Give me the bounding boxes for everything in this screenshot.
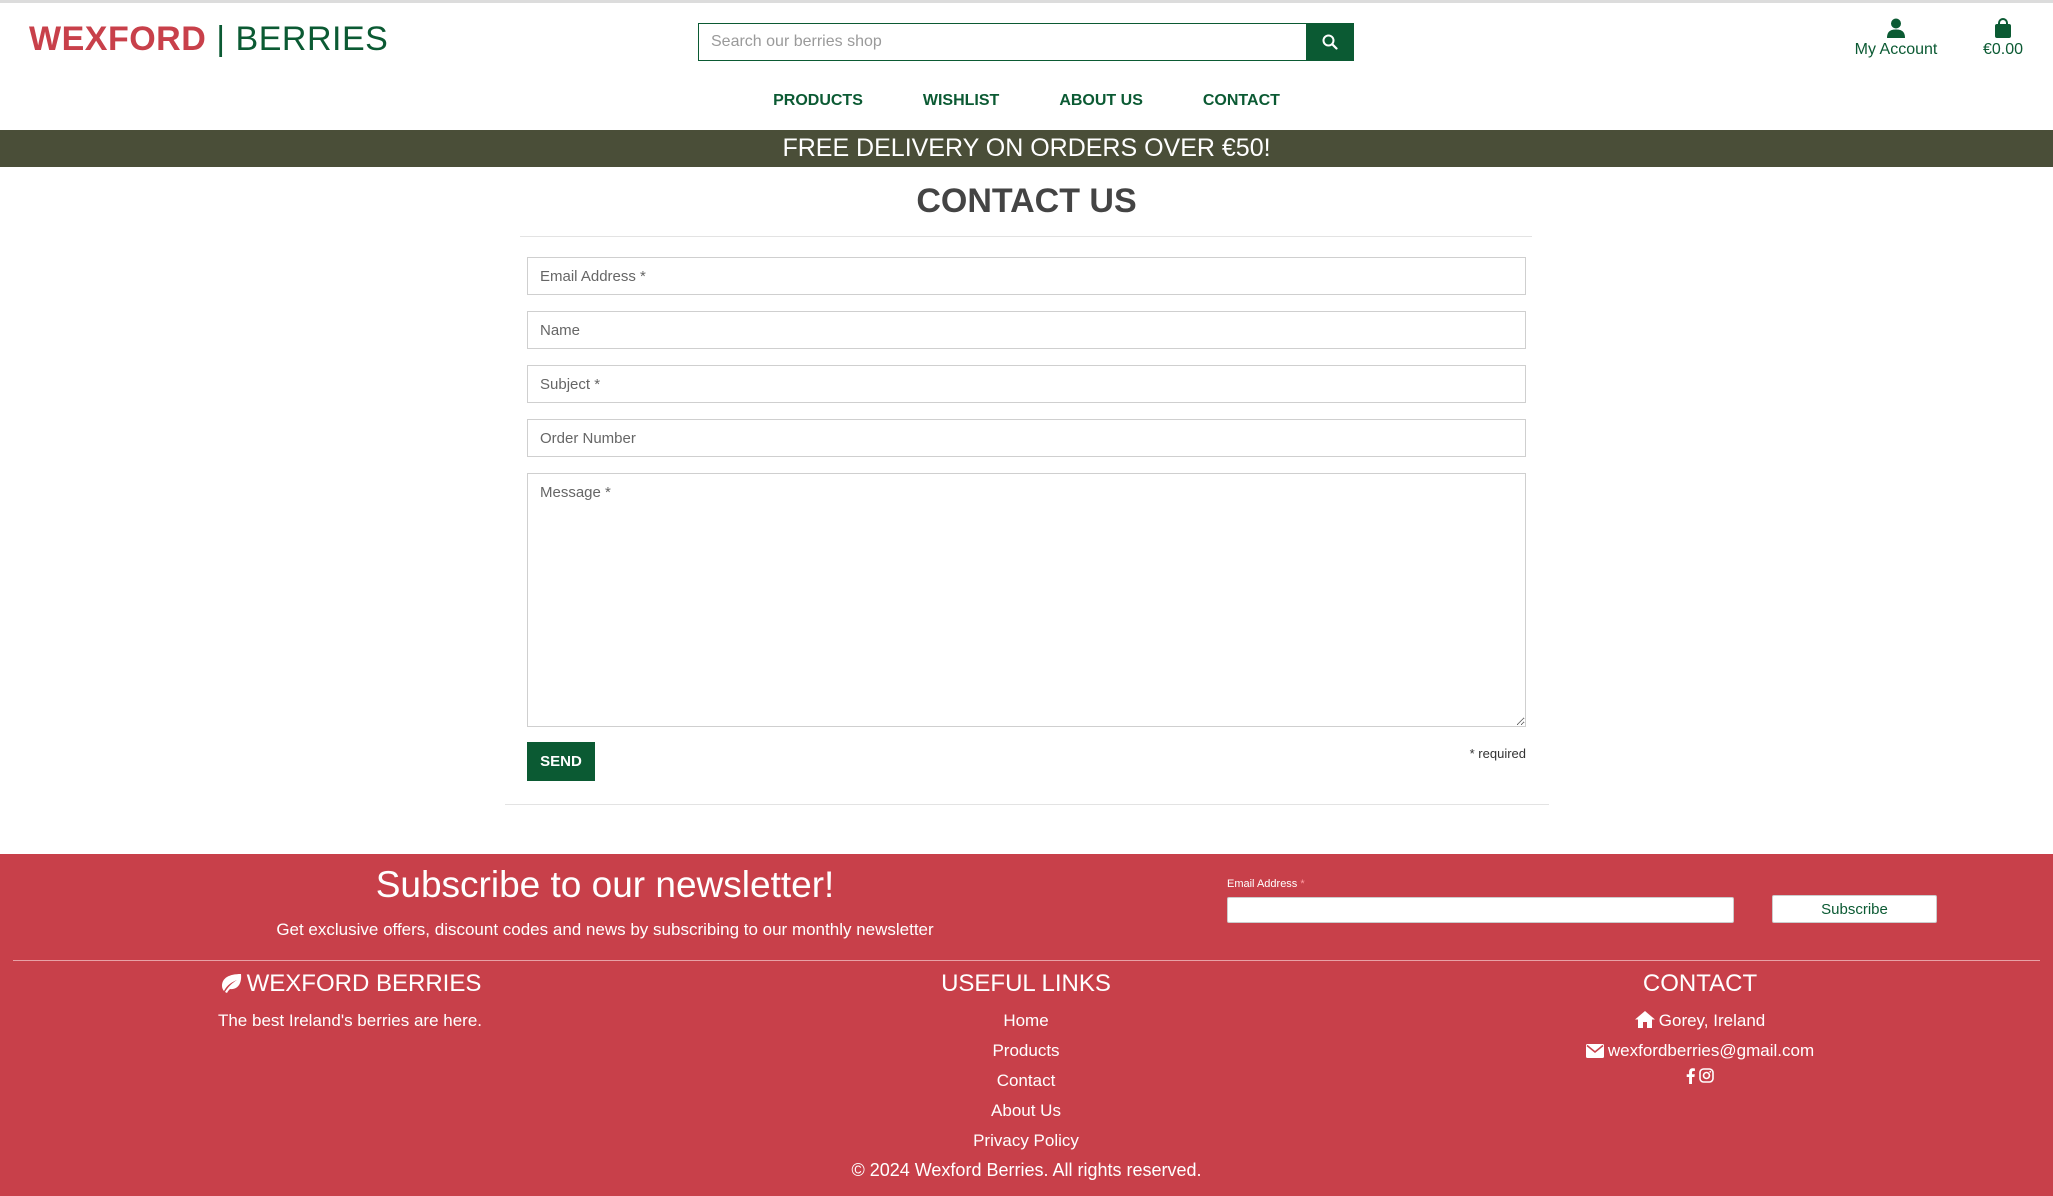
footer-address-text: Gorey, Ireland [1658, 1011, 1766, 1030]
footer-link-products[interactable]: Products [826, 1036, 1226, 1066]
logo-separator: | [216, 20, 226, 58]
my-account-label: My Account [1854, 41, 1938, 58]
search-bar [698, 23, 1354, 61]
search-input[interactable] [698, 23, 1306, 61]
footer-link-about-us[interactable]: About Us [826, 1096, 1226, 1126]
footer-email[interactable]: wexfordberries@gmail.com [1500, 1036, 1900, 1066]
email-field[interactable] [527, 257, 1526, 295]
nav-wishlist[interactable]: WISHLIST [923, 92, 999, 110]
newsletter-email-label: Email Address * [1227, 878, 1305, 890]
user-icon [1887, 18, 1905, 38]
send-button[interactable]: SEND [527, 742, 595, 781]
footer-address: Gorey, Ireland [1500, 1006, 1900, 1036]
footer-link-privacy-policy[interactable]: Privacy Policy [826, 1126, 1226, 1156]
site-footer: Subscribe to our newsletter! Get exclusi… [0, 854, 2053, 1196]
required-marker: * [1300, 878, 1305, 890]
newsletter-title: Subscribe to our newsletter! [375, 864, 835, 905]
nav-contact[interactable]: CONTACT [1203, 92, 1280, 110]
title-divider [520, 236, 1532, 237]
newsletter-email-label-text: Email Address [1227, 878, 1298, 890]
subscribe-button[interactable]: Subscribe [1772, 895, 1937, 923]
order-number-field[interactable] [527, 419, 1526, 457]
footer-contact: CONTACT Gorey, Ireland wexfordberries@gm… [1500, 970, 1900, 1089]
search-icon [1322, 34, 1338, 50]
logo-berries: BERRIES [235, 20, 389, 58]
footer-links: USEFUL LINKS Home Products Contact About… [826, 970, 1226, 1156]
footer-brand: WEXFORD BERRIES The best Ireland's berri… [150, 970, 550, 1036]
page-title: CONTACT US [916, 182, 1137, 220]
logo-wexford: WEXFORD [29, 20, 207, 58]
footer-divider [13, 960, 2040, 961]
newsletter-subtitle: Get exclusive offers, discount codes and… [276, 920, 934, 939]
main-nav: PRODUCTS WISHLIST ABOUT US CONTACT [0, 92, 2053, 110]
footer-brand-name: WEXFORD BERRIES [246, 970, 482, 997]
home-icon [1634, 1011, 1655, 1028]
required-note: * required [1469, 746, 1526, 761]
instagram-link[interactable] [1699, 1068, 1714, 1089]
footer-links-title: USEFUL LINKS [941, 970, 1111, 997]
footer-link-home[interactable]: Home [826, 1006, 1226, 1036]
envelope-icon [1585, 1044, 1604, 1058]
newsletter-email-input[interactable] [1227, 897, 1734, 923]
search-button[interactable] [1306, 23, 1354, 61]
shopping-bag-link[interactable]: €0.00 [1970, 18, 2036, 59]
my-account-link[interactable]: My Account [1840, 18, 1952, 59]
form-divider [505, 804, 1549, 805]
footer-contact-title: CONTACT [1642, 970, 1758, 997]
nav-about-us[interactable]: ABOUT US [1059, 92, 1143, 110]
social-links [1500, 1068, 1900, 1089]
facebook-icon [1686, 1068, 1695, 1084]
nav-products[interactable]: PRODUCTS [773, 92, 863, 110]
name-field[interactable] [527, 311, 1526, 349]
site-logo[interactable]: WEXFORD | BERRIES [29, 20, 388, 59]
footer-brand-title: WEXFORD BERRIES [150, 970, 550, 998]
bag-total: €0.00 [1982, 41, 2024, 58]
top-border [0, 0, 2053, 3]
footer-email-text: wexfordberries@gmail.com [1607, 1041, 1815, 1060]
copyright: © 2024 Wexford Berries. All rights reser… [851, 1160, 1202, 1180]
shopping-bag-icon [1995, 18, 2011, 38]
facebook-link[interactable] [1686, 1068, 1695, 1089]
footer-link-contact[interactable]: Contact [826, 1066, 1226, 1096]
instagram-icon [1699, 1068, 1714, 1083]
message-field[interactable] [527, 473, 1526, 727]
delivery-banner: FREE DELIVERY ON ORDERS OVER €50! [0, 130, 2053, 167]
leaf-icon [221, 974, 241, 993]
subject-field[interactable] [527, 365, 1526, 403]
footer-brand-tagline: The best Ireland's berries are here. [217, 1011, 483, 1030]
